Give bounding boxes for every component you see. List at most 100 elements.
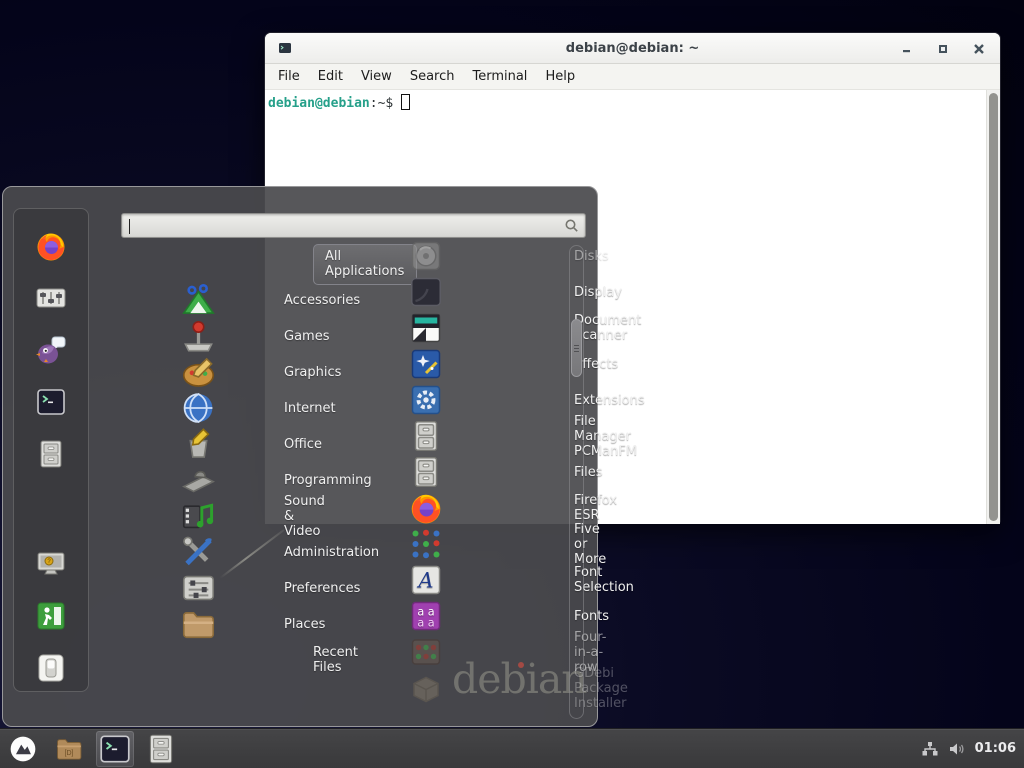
terminal-menubar: File Edit View Search Terminal Help — [265, 64, 1000, 90]
graphics-icon — [122, 354, 275, 390]
effects-icon — [289, 346, 563, 382]
shutdown-icon — [34, 651, 68, 685]
administration-icon — [122, 534, 275, 570]
app-item-file-manager-pcmanfm[interactable]: File Manager PCManFM — [281, 418, 563, 454]
category-item-internet[interactable]: Internet — [117, 390, 275, 426]
blank-icon — [122, 246, 275, 282]
desktop: debian@debian: ~ File Edit View Search T… — [0, 0, 1024, 768]
accessories-icon — [122, 282, 275, 318]
system-tray: 01:06 — [921, 740, 1024, 758]
category-list: All Applications Accessories Games Graph… — [117, 246, 275, 678]
taskbar-launchers: [D] — [0, 729, 184, 768]
app-item-display[interactable]: Display — [281, 274, 563, 310]
disks-icon — [289, 238, 563, 274]
app-item-disks[interactable]: Disks — [281, 238, 563, 274]
category-item-accessories[interactable]: Accessories — [117, 282, 275, 318]
menu-logo-icon — [4, 731, 42, 767]
app-item-firefox-esr[interactable]: Firefox ESR — [281, 490, 563, 526]
menubar-item[interactable]: File — [269, 69, 309, 84]
file-manager-icon — [289, 418, 563, 454]
office-icon — [122, 426, 275, 462]
minimize-button[interactable] — [900, 42, 914, 56]
menubar-item[interactable]: Terminal — [463, 69, 536, 84]
terminal-scrollbar[interactable] — [986, 90, 1000, 524]
favorite-button-lock-screen[interactable]: ? — [34, 547, 68, 581]
terminal-window-icon — [278, 41, 292, 55]
terminal-prompt: debian@debian:~$ — [265, 90, 1000, 111]
programming-icon — [122, 462, 275, 498]
taskbar-launcher-menu[interactable] — [4, 731, 42, 767]
preferences-icon — [122, 570, 275, 606]
terminal-icon — [96, 731, 134, 767]
favorites-panel: ? — [13, 208, 89, 692]
category-item-places[interactable]: Places — [117, 606, 275, 642]
app-item-gdebi-package-installer[interactable]: GDebi Package Installer — [281, 670, 563, 706]
font-selection-icon: A — [289, 562, 563, 598]
pidgin-icon — [34, 333, 68, 367]
app-item-files[interactable]: Files — [281, 454, 563, 490]
file-cabinet-icon — [34, 437, 68, 471]
taskbar-launcher-terminal[interactable] — [96, 731, 134, 767]
search-input[interactable] — [122, 218, 585, 233]
menubar-item[interactable]: Edit — [309, 69, 352, 84]
app-item-font-selection[interactable]: A Font Selection — [281, 562, 563, 598]
apps-scrollbar[interactable] — [569, 245, 584, 719]
terminal-titlebar[interactable]: debian@debian: ~ — [265, 33, 1000, 64]
search-box[interactable] — [121, 213, 586, 238]
sound-video-icon — [122, 498, 275, 534]
category-item-office[interactable]: Office — [117, 426, 275, 462]
favorite-button-firefox[interactable] — [34, 229, 68, 263]
app-item-four-in-a-row[interactable]: Four-in-a-row — [281, 634, 563, 670]
favorite-button-logout[interactable] — [34, 599, 68, 633]
volume-icon[interactable] — [948, 740, 966, 758]
category-item-administration[interactable]: Administration — [117, 534, 275, 570]
prompt-user-host: debian@debian — [268, 96, 370, 111]
clock[interactable]: 01:06 — [975, 741, 1016, 756]
app-item-five-or-more[interactable]: Five or More — [281, 526, 563, 562]
app-label: Extensions — [574, 393, 645, 408]
search-icon — [564, 218, 580, 234]
category-item-programming[interactable]: Programming — [117, 462, 275, 498]
extensions-icon — [289, 382, 563, 418]
firefox-icon — [34, 229, 68, 263]
category-item-preferences[interactable]: Preferences — [117, 570, 275, 606]
category-item-graphics[interactable]: Graphics — [117, 354, 275, 390]
favorite-button-shutdown[interactable] — [34, 651, 68, 685]
favorite-button-terminal[interactable] — [34, 385, 68, 419]
category-item-games[interactable]: Games — [117, 318, 275, 354]
terminal-cursor — [401, 94, 410, 110]
favorite-button-files[interactable] — [34, 437, 68, 471]
menubar-item[interactable]: Search — [401, 69, 464, 84]
internet-icon — [122, 390, 275, 426]
taskbar-launcher-files[interactable] — [142, 731, 180, 767]
taskbar: [D] 01:06 — [0, 728, 1024, 768]
favorite-button-pidgin[interactable] — [34, 333, 68, 367]
maximize-button[interactable] — [936, 42, 950, 56]
menubar-item[interactable]: Help — [536, 69, 584, 84]
file-cabinet-icon — [142, 731, 180, 767]
application-menu: debian ? All Applicat — [2, 186, 598, 727]
svg-text:a a: a a — [417, 617, 434, 630]
category-item-sound-video[interactable]: Sound & Video — [117, 498, 275, 534]
app-item-extensions[interactable]: Extensions — [281, 382, 563, 418]
screensaver-icon: ? — [34, 547, 68, 581]
document-scanner-icon — [289, 310, 563, 346]
apps-scrollbar-thumb[interactable] — [571, 319, 582, 377]
app-label: Document Scanner — [574, 313, 641, 343]
category-item-recent-files[interactable]: Recent Files — [117, 642, 275, 678]
svg-text:[D]: [D] — [64, 750, 73, 757]
network-icon[interactable] — [921, 740, 939, 758]
category-item-all-applications[interactable]: All Applications — [117, 246, 275, 282]
menubar-item[interactable]: View — [352, 69, 401, 84]
taskbar-launcher-file-manager[interactable]: [D] — [50, 731, 88, 767]
app-item-fonts[interactable]: a aa a Fonts — [281, 598, 563, 634]
firefox-icon — [289, 490, 563, 526]
app-item-document-scanner[interactable]: Document Scanner — [281, 310, 563, 346]
close-button[interactable] — [972, 42, 986, 56]
places-icon — [122, 606, 275, 642]
app-item-effects[interactable]: Effects — [281, 346, 563, 382]
games-icon — [122, 318, 275, 354]
terminal-scrollbar-thumb[interactable] — [989, 93, 998, 521]
favorite-button-control-center[interactable] — [34, 281, 68, 315]
application-list: Disks Display Document Scanner Effects E… — [281, 238, 563, 706]
